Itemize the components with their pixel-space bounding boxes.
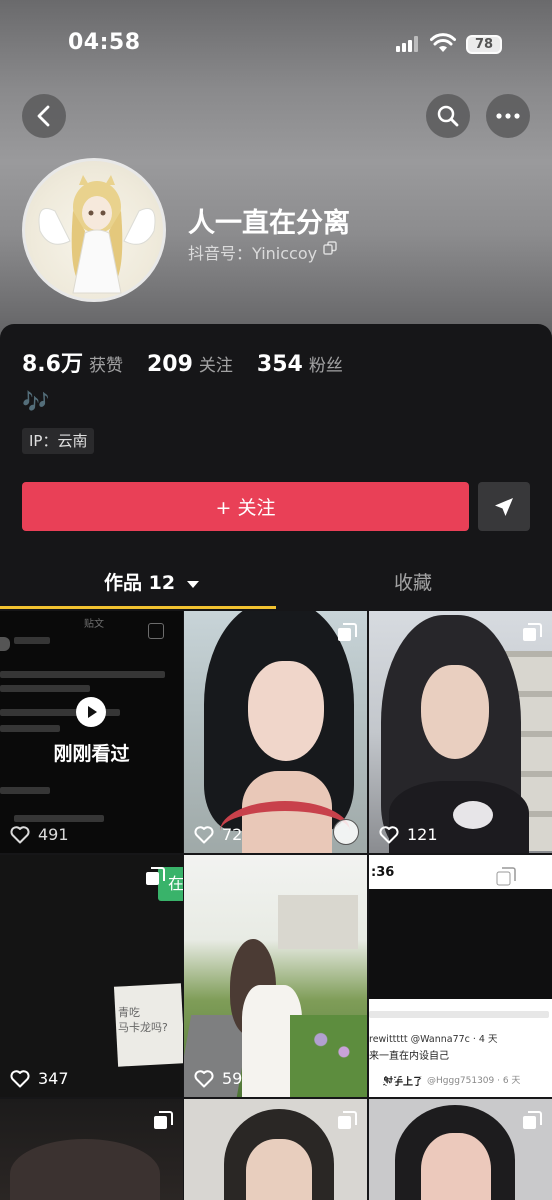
send-message-button[interactable] [478,482,530,531]
like-count-value: 121 [407,825,438,844]
video-thumbnail[interactable] [184,1099,367,1200]
multi-image-icon [496,867,516,886]
like-count: 491 [10,825,69,844]
ip-location-tag: IP：云南 [22,428,95,454]
screenshot-time: :36 [371,865,395,880]
thumbnail-text-line [14,637,50,644]
thumbnail-avatar [0,637,10,651]
photo-flowers [290,1015,367,1097]
heart-outline-icon [194,1069,214,1087]
wifi-icon [430,33,456,52]
cellular-signal-icon [396,36,422,52]
send-arrow-icon [495,497,513,516]
back-button[interactable] [22,94,66,138]
video-thumbnail[interactable] [0,1099,183,1200]
heart-outline-icon [194,825,214,843]
likes-label: 获赞 [88,356,123,376]
screenshot-user-meta: @Hggg751309 · 6 天 [427,1076,521,1086]
active-tab-indicator [0,606,276,609]
screenshot-dark-banner [369,889,552,999]
like-count: 72 [194,825,242,844]
screenshot-text: 来一直在内设自己 [369,1051,449,1062]
recently-watched-label: 刚刚看过 [53,743,130,765]
heart-outline-icon [10,825,30,843]
copy-icon[interactable] [323,241,337,255]
like-count: 347 [10,1069,69,1088]
multi-image-icon [146,867,165,885]
bio-text: 🎶 [22,390,50,415]
thumbnail-text-line [14,815,104,822]
photo-face [246,1139,312,1200]
like-count-value: 72 [222,825,243,844]
multi-image-icon [148,623,164,639]
profile-tabs: 作品 12 收藏 [0,560,552,610]
photo-face [10,1139,160,1200]
heart-outline-icon [379,825,399,843]
heart-outline-icon [10,1069,30,1087]
multi-image-icon [154,1111,173,1129]
video-thumbnail[interactable]: :36 rewittttt @Wanna77c · 4 天 来一直在内设自己 射… [369,855,552,1097]
following-label: 关注 [198,356,233,376]
chevron-left-icon [37,105,50,127]
like-count-value: 59 [222,1069,243,1088]
battery-level: 78 [474,37,494,52]
multi-image-icon [523,1111,542,1129]
video-thumbnail[interactable]: 贴文 刚刚看过 491 [0,611,183,853]
video-thumbnail[interactable] [369,1099,552,1200]
following-count[interactable]: 209 [147,352,193,377]
like-count: 73 [379,1069,427,1088]
sticker-icon [333,819,359,845]
thumbnail-header: 贴文 [84,619,104,630]
photo-building [278,895,358,949]
followers-label: 粉丝 [308,356,343,376]
more-icon [496,113,520,119]
tab-favorites[interactable]: 收藏 [394,568,432,595]
multi-image-icon [338,623,357,641]
video-thumbnail[interactable]: 72 [184,611,367,853]
like-count: 121 [379,825,438,844]
more-options-button[interactable] [486,94,530,138]
like-count-value: 347 [38,1069,69,1088]
multi-image-icon [523,623,542,641]
play-button-icon [76,697,106,727]
photo-face [248,661,324,761]
photo-face [421,1133,491,1200]
profile-name: 人一直在分离 [188,208,350,239]
video-thumbnail[interactable]: 121 [369,611,552,853]
video-thumbnail[interactable]: 59 [184,855,367,1097]
thumbnail-text-line [0,787,50,794]
tab-works[interactable]: 作品 12 [104,568,200,595]
follow-button[interactable]: + 关注 [22,482,469,531]
thumbnail-text-line [0,671,165,678]
profile-stats: 8.6万 获赞 209 关注 354 粉丝 [22,346,367,378]
thumbnail-text-line [0,685,90,692]
battery-icon: 78 [466,35,502,54]
thumbnail-text-line [0,725,60,732]
heart-outline-icon [379,1069,399,1087]
video-thumbnail[interactable]: 在 青吃 马卡龙吗? 347 [0,855,183,1097]
angel-girl-avatar-illustration [38,175,156,294]
status-time: 04:58 [68,30,141,55]
status-bar: 04:58 78 [0,0,552,90]
followers-count[interactable]: 354 [257,352,303,377]
like-count-value: 73 [407,1069,428,1088]
multi-image-icon [338,1111,357,1129]
douyin-id: 抖音号：Yiniccoy [188,244,318,263]
screenshot-text-line [369,1011,549,1018]
like-count-value: 491 [38,825,69,844]
likes-count[interactable]: 8.6万 [22,346,83,378]
screenshot-handle: rewittttt @Wanna77c · 4 天 [369,1034,498,1045]
avatar[interactable] [22,158,166,302]
photo-shirt-print [453,801,493,829]
caret-down-icon [186,580,199,588]
tab-works-label: 作品 12 [104,572,176,594]
sketch-note-text: 青吃 马卡龙吗? [118,1006,168,1034]
like-count: 59 [194,1069,242,1088]
search-icon [437,105,459,127]
photo-face [421,665,489,759]
search-button[interactable] [426,94,470,138]
